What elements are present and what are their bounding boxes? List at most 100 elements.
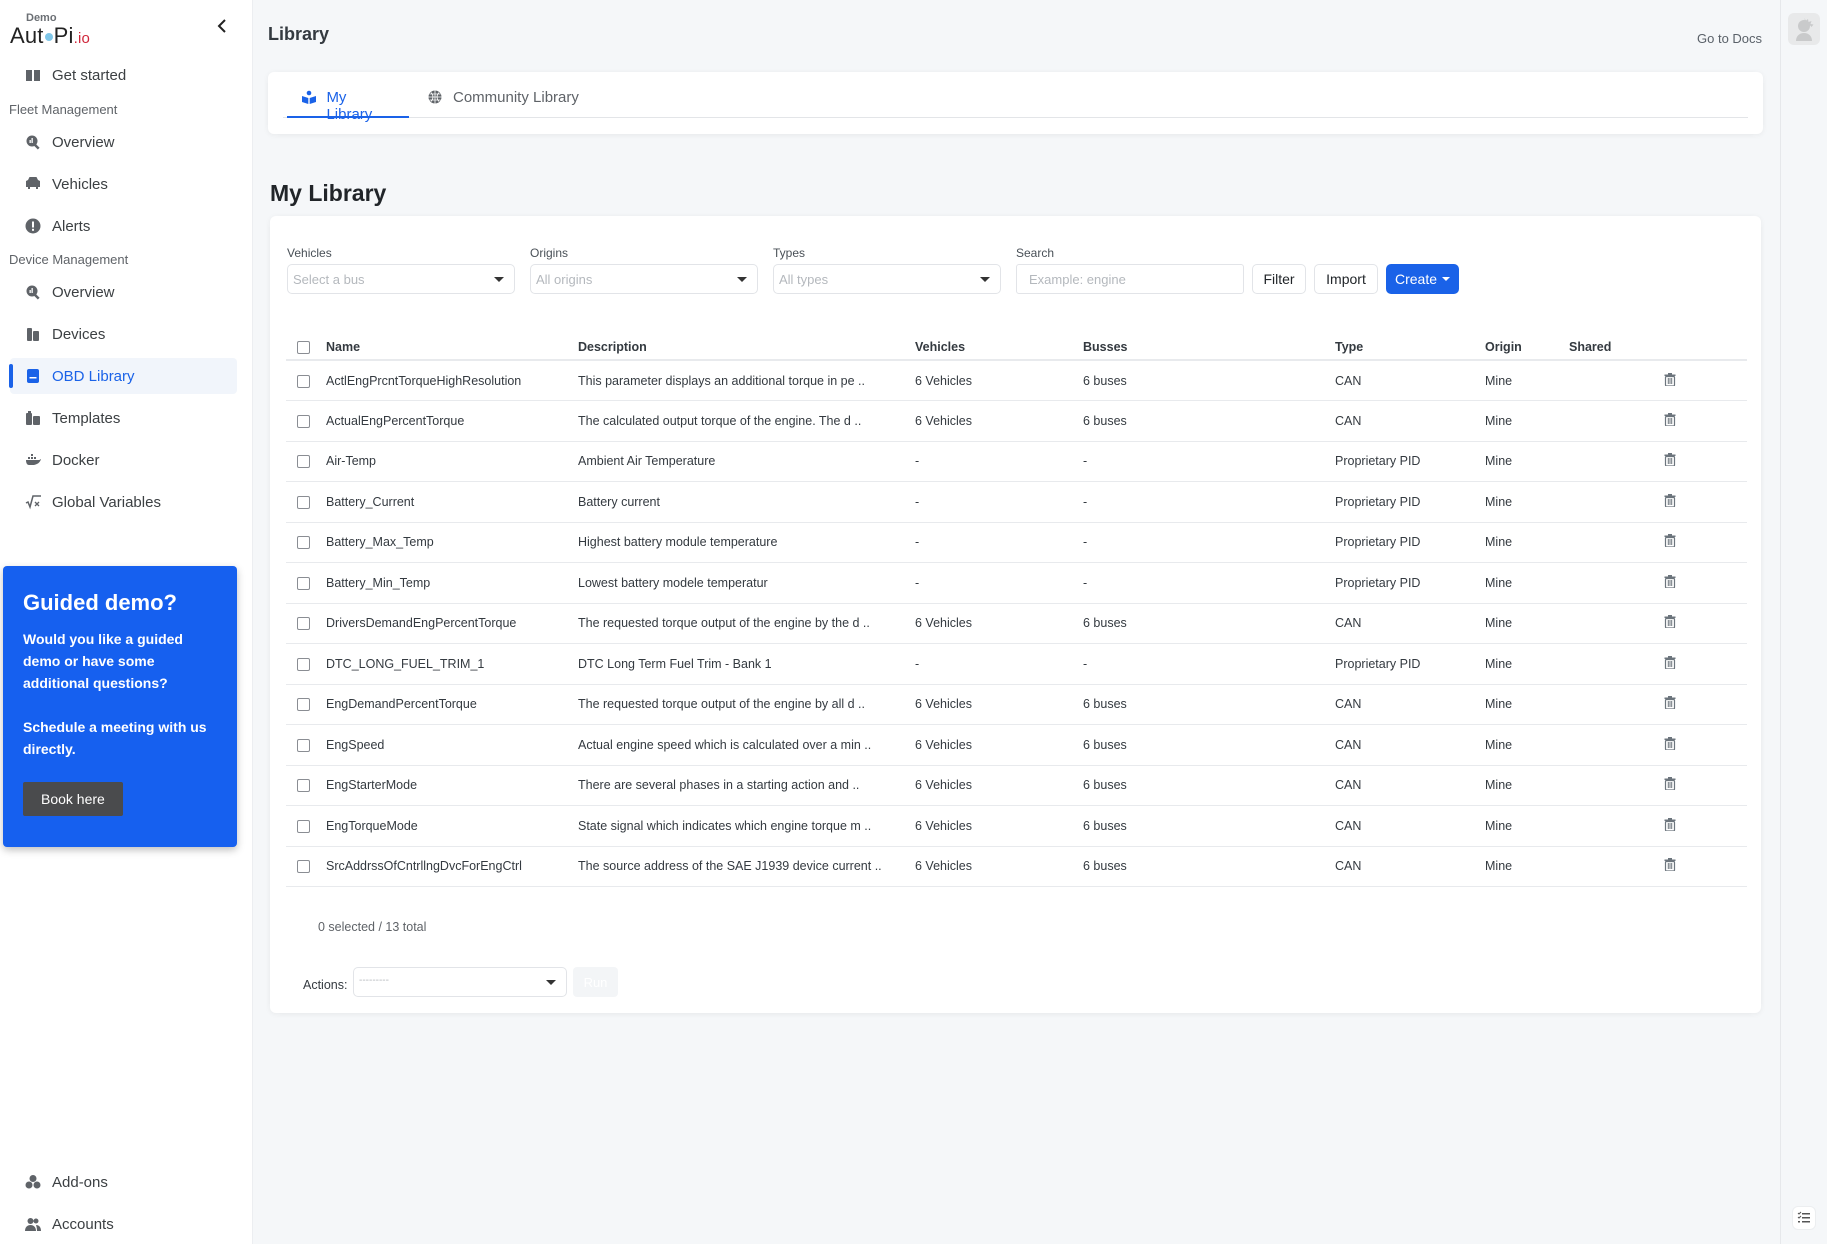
row-checkbox[interactable] — [297, 536, 310, 550]
cell-vehicles: - — [915, 562, 1083, 604]
table-row[interactable]: Battery_Current Battery current - - Prop… — [286, 481, 1747, 523]
row-checkbox[interactable] — [297, 617, 310, 631]
search-label: Search — [1016, 246, 1055, 260]
origins-filter-label: Origins — [530, 246, 569, 260]
vehicles-select[interactable]: Select a bus — [287, 264, 515, 294]
table-row[interactable]: SrcAddrssOfCntrllngDvcForEngCtrl The sou… — [286, 846, 1747, 887]
cell-name[interactable]: Battery_Current — [326, 481, 578, 523]
column-header-type[interactable]: Type — [1335, 334, 1485, 361]
go-to-docs-link[interactable]: Go to Docs — [1697, 31, 1762, 46]
delete-button[interactable] — [1664, 412, 1676, 426]
cell-origin: Mine — [1485, 522, 1569, 563]
table-row[interactable]: EngDemandPercentTorque The requested tor… — [286, 684, 1747, 725]
sidebar-item-vehicles[interactable]: Vehicles — [10, 166, 237, 202]
delete-button[interactable] — [1664, 858, 1676, 872]
cell-busses: 6 buses — [1083, 400, 1335, 442]
cell-name[interactable]: DriversDemandEngPercentTorque — [326, 603, 578, 644]
delete-button[interactable] — [1664, 696, 1676, 710]
autopi-logo[interactable]: Demo Aut Pi.io — [10, 12, 90, 51]
sidebar-item-devices[interactable]: Devices — [10, 316, 237, 352]
cell-name[interactable]: SrcAddrssOfCntrllngDvcForEngCtrl — [326, 846, 578, 887]
sidebar-item-fleet-overview[interactable]: Overview — [10, 124, 237, 160]
create-button[interactable]: Create — [1386, 264, 1459, 294]
row-checkbox[interactable] — [297, 455, 310, 469]
delete-button[interactable] — [1664, 372, 1676, 386]
column-header-name[interactable]: Name — [326, 334, 578, 361]
user-avatar[interactable] — [1788, 13, 1820, 45]
table-row[interactable]: Air-Temp Ambient Air Temperature - - Pro… — [286, 441, 1747, 482]
delete-button[interactable] — [1664, 817, 1676, 831]
column-header-shared[interactable]: Shared — [1569, 334, 1664, 361]
book-here-button[interactable]: Book here — [23, 782, 123, 816]
run-button[interactable]: Run — [573, 967, 618, 997]
delete-button[interactable] — [1664, 615, 1676, 629]
sidebar-item-device-overview[interactable]: Overview — [10, 274, 237, 310]
row-checkbox[interactable] — [297, 819, 310, 833]
sidebar-item-add-ons[interactable]: Add-ons — [10, 1164, 237, 1200]
row-checkbox[interactable] — [297, 860, 310, 874]
column-header-description[interactable]: Description — [578, 334, 915, 361]
cell-name[interactable]: EngStarterMode — [326, 765, 578, 806]
row-checkbox[interactable] — [297, 576, 310, 590]
search-input[interactable] — [1016, 264, 1244, 294]
table-row[interactable]: Battery_Max_Temp Highest battery module … — [286, 522, 1747, 563]
delete-button[interactable] — [1664, 534, 1676, 548]
cell-name[interactable]: Air-Temp — [326, 441, 578, 482]
sidebar-item-docker[interactable]: Docker — [10, 442, 237, 478]
row-checkbox[interactable] — [297, 698, 310, 712]
cell-name[interactable]: EngSpeed — [326, 724, 578, 766]
cell-origin: Mine — [1485, 603, 1569, 644]
cell-name[interactable]: ActlEngPrcntTorqueHighResolution — [326, 360, 578, 401]
filter-button[interactable]: Filter — [1252, 264, 1306, 294]
delete-button[interactable] — [1664, 574, 1676, 588]
cell-name[interactable]: Battery_Min_Temp — [326, 562, 578, 604]
column-header-vehicles[interactable]: Vehicles — [915, 334, 1083, 361]
table-row[interactable]: ActualEngPercentTorque The calculated ou… — [286, 400, 1747, 442]
row-checkbox[interactable] — [297, 495, 310, 509]
row-checkbox[interactable] — [297, 657, 310, 671]
cell-name[interactable]: EngDemandPercentTorque — [326, 684, 578, 725]
cell-name[interactable]: Battery_Max_Temp — [326, 522, 578, 563]
types-select[interactable]: All types — [773, 264, 1001, 294]
sidebar-item-accounts[interactable]: Accounts — [10, 1206, 237, 1242]
row-checkbox[interactable] — [297, 738, 310, 752]
column-header-origin[interactable]: Origin — [1485, 334, 1569, 361]
cell-name[interactable]: ActualEngPercentTorque — [326, 400, 578, 442]
trash-icon — [1664, 615, 1676, 629]
column-header-busses[interactable]: Busses — [1083, 334, 1335, 361]
row-checkbox[interactable] — [297, 414, 310, 428]
table-row[interactable]: DTC_LONG_FUEL_TRIM_1 DTC Long Term Fuel … — [286, 643, 1747, 685]
select-all-checkbox[interactable] — [297, 340, 310, 354]
logo-wordmark: Aut Pi.io — [10, 23, 91, 48]
sidebar-item-global-variables[interactable]: Global Variables — [10, 484, 237, 520]
sidebar-item-get-started[interactable]: Get started — [10, 57, 237, 93]
table-row[interactable]: DriversDemandEngPercentTorque The reques… — [286, 603, 1747, 644]
table-row[interactable]: Battery_Min_Temp Lowest battery modele t… — [286, 562, 1747, 604]
sidebar-item-templates[interactable]: Templates — [10, 400, 237, 436]
origins-select[interactable]: All origins — [530, 264, 758, 294]
delete-button[interactable] — [1664, 777, 1676, 791]
actions-select[interactable]: --------- — [353, 967, 567, 997]
row-checkbox[interactable] — [297, 779, 310, 793]
delete-button[interactable] — [1664, 736, 1676, 750]
delete-button[interactable] — [1664, 655, 1676, 669]
table-row[interactable]: ActlEngPrcntTorqueHighResolution This pa… — [286, 360, 1747, 401]
cell-name[interactable]: DTC_LONG_FUEL_TRIM_1 — [326, 643, 578, 685]
cell-origin: Mine — [1485, 360, 1569, 401]
table-row[interactable]: EngTorqueMode State signal which indicat… — [286, 805, 1747, 847]
tab-community-library[interactable]: Community Library — [428, 89, 579, 118]
row-checkbox[interactable] — [297, 374, 310, 388]
delete-button[interactable] — [1664, 453, 1676, 467]
table-row[interactable]: EngSpeed Actual engine speed which is ca… — [286, 724, 1747, 766]
tab-my-library[interactable]: My Library — [287, 89, 409, 123]
cell-vehicles: - — [915, 643, 1083, 685]
cell-description: The requested torque output of the engin… — [578, 603, 915, 644]
delete-button[interactable] — [1664, 493, 1676, 507]
import-button[interactable]: Import — [1314, 264, 1378, 294]
collapse-sidebar-button[interactable] — [215, 16, 231, 40]
table-row[interactable]: EngStarterMode There are several phases … — [286, 765, 1747, 806]
sidebar-item-alerts[interactable]: Alerts — [10, 208, 237, 244]
sidebar-item-obd-library[interactable]: OBD Library — [9, 358, 237, 394]
cell-name[interactable]: EngTorqueMode — [326, 805, 578, 847]
tasks-button[interactable] — [1792, 1206, 1816, 1230]
